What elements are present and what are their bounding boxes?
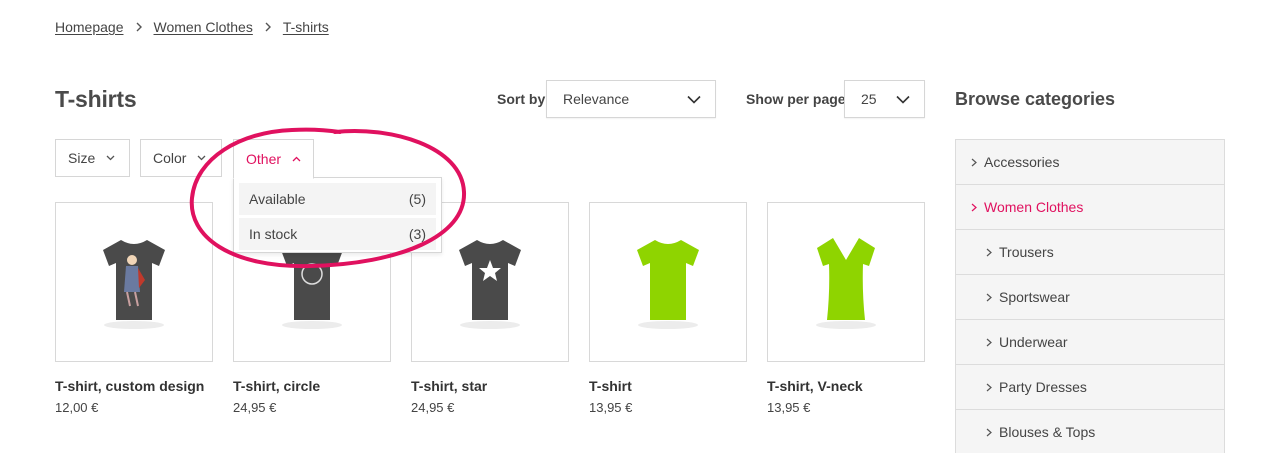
product-price: 13,95 €: [767, 400, 811, 415]
category-trousers[interactable]: Trousers: [956, 230, 1224, 275]
tshirt-vneck-icon: [816, 238, 876, 329]
filter-option-in-stock[interactable]: In stock (3): [239, 218, 436, 250]
filter-size-button[interactable]: Size: [55, 139, 130, 177]
page-title: T-shirts: [55, 86, 137, 112]
product-image[interactable]: [767, 202, 925, 362]
breadcrumb-women-clothes[interactable]: Women Clothes: [154, 19, 253, 35]
category-list: Accessories Women Clothes Trousers Sport…: [955, 139, 1225, 453]
filter-color-button[interactable]: Color: [140, 139, 222, 177]
chevron-right-icon: [986, 293, 992, 302]
chevron-right-icon: [986, 338, 992, 347]
product-price: 24,95 €: [411, 400, 455, 415]
product-name[interactable]: T-shirt, custom design: [55, 378, 213, 394]
filter-other-dropdown: Available (5) In stock (3): [233, 177, 442, 253]
product-image[interactable]: [55, 202, 213, 362]
tshirt-green-icon: [637, 240, 699, 329]
product-card: T-shirt 13,95 €: [589, 202, 747, 415]
chevron-down-icon: [197, 155, 206, 161]
category-sportswear[interactable]: Sportswear: [956, 275, 1224, 320]
product-price: 13,95 €: [589, 400, 633, 415]
product-name[interactable]: T-shirt, circle: [233, 378, 391, 394]
filter-size-label: Size: [68, 150, 96, 166]
category-label: Accessories: [984, 154, 1060, 170]
category-accessories[interactable]: Accessories: [956, 140, 1224, 185]
category-blouses-tops[interactable]: Blouses & Tops: [956, 410, 1224, 453]
per-page-select[interactable]: 25: [844, 80, 925, 118]
product-name[interactable]: T-shirt, star: [411, 378, 569, 394]
category-women-clothes[interactable]: Women Clothes: [956, 185, 1224, 230]
chevron-right-icon: [986, 383, 992, 392]
sort-by-label: Sort by: [497, 91, 546, 107]
product-image[interactable]: [589, 202, 747, 362]
chevron-down-icon: [106, 155, 115, 161]
chevron-up-icon: [292, 156, 301, 162]
chevron-down-icon: [687, 91, 701, 107]
browse-categories-title: Browse categories: [955, 89, 1116, 109]
category-label: Trousers: [999, 244, 1054, 260]
category-label: Underwear: [999, 334, 1068, 350]
chevron-right-icon: [264, 22, 272, 32]
per-page-label: Show per page: [746, 91, 846, 107]
product-card: T-shirt, V-neck 13,95 €: [767, 202, 925, 415]
breadcrumb: Homepage Women Clothes T-shirts: [55, 19, 329, 35]
sort-select[interactable]: Relevance: [546, 80, 716, 118]
chevron-right-icon: [986, 248, 992, 257]
category-underwear[interactable]: Underwear: [956, 320, 1224, 365]
category-party-dresses[interactable]: Party Dresses: [956, 365, 1224, 410]
filter-option-count: (5): [408, 191, 426, 207]
product-name[interactable]: T-shirt, V-neck: [767, 378, 925, 394]
breadcrumb-homepage[interactable]: Homepage: [55, 19, 124, 35]
product-price: 12,00 €: [55, 400, 99, 415]
per-page-select-value: 25: [861, 91, 877, 107]
sort-select-value: Relevance: [563, 91, 630, 107]
filter-color-label: Color: [153, 150, 187, 166]
filter-option-available[interactable]: Available (5): [239, 183, 436, 215]
tshirt-custom-design-icon: [103, 240, 165, 329]
filter-other-label: Other: [246, 151, 282, 167]
chevron-right-icon: [986, 428, 992, 437]
breadcrumb-tshirts[interactable]: T-shirts: [283, 19, 329, 35]
chevron-right-icon: [135, 22, 143, 32]
chevron-down-icon: [896, 91, 910, 107]
filter-other-button[interactable]: Other: [233, 139, 314, 179]
chevron-right-icon: [971, 203, 977, 212]
filter-option-count: (3): [408, 226, 426, 242]
product-price: 24,95 €: [233, 400, 277, 415]
category-label: Blouses & Tops: [999, 424, 1096, 440]
product-card: T-shirt, custom design 12,00 €: [55, 202, 213, 415]
filter-option-label: Available: [249, 191, 306, 207]
product-name[interactable]: T-shirt: [589, 378, 747, 394]
category-label: Women Clothes: [984, 199, 1084, 215]
filter-option-label: In stock: [249, 226, 298, 242]
tshirt-star-icon: [459, 240, 521, 329]
category-label: Sportswear: [999, 289, 1070, 305]
category-label: Party Dresses: [999, 379, 1087, 395]
chevron-right-icon: [971, 158, 977, 167]
